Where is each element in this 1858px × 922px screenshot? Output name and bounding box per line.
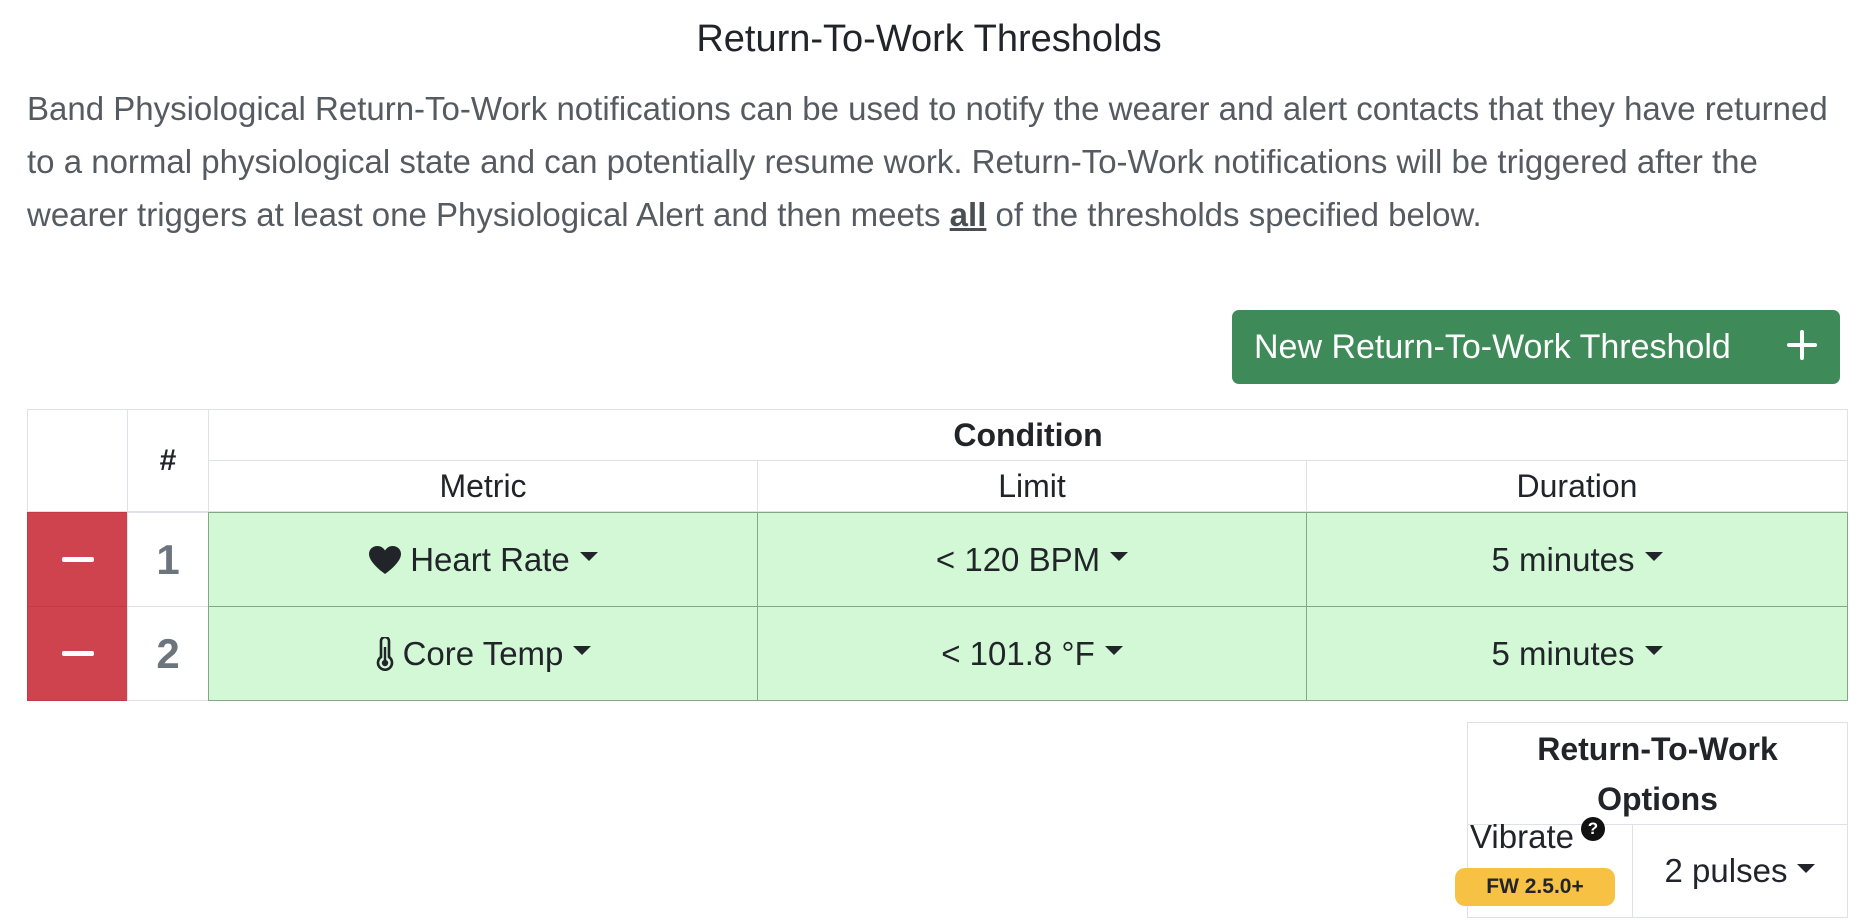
new-threshold-button[interactable]: New Return-To-Work Threshold xyxy=(1232,310,1840,384)
chevron-down-icon xyxy=(573,646,592,655)
options-title: Return-To-Work Options xyxy=(1467,722,1848,825)
vibrate-value: 2 pulses xyxy=(1664,852,1788,889)
description-emphasis: all xyxy=(949,196,987,233)
header-condition: Condition xyxy=(208,409,1848,461)
thermometer-icon xyxy=(375,636,395,671)
header-remove-column xyxy=(27,409,128,512)
page-title: Return-To-Work Thresholds xyxy=(696,18,1162,60)
minus-icon xyxy=(61,651,94,656)
remove-row-button[interactable] xyxy=(27,512,128,607)
firmware-badge: FW 2.5.0+ xyxy=(1455,868,1615,906)
vibrate-dropdown[interactable]: 2 pulses xyxy=(1632,824,1848,918)
header-metric: Metric xyxy=(208,460,758,512)
chevron-down-icon xyxy=(579,552,598,561)
limit-value: < 120 BPM xyxy=(935,540,1101,578)
limit-dropdown[interactable]: < 120 BPM xyxy=(757,512,1307,607)
header-number: # xyxy=(127,409,209,512)
chevron-down-icon xyxy=(1797,863,1816,873)
description-text-end: of the thresholds specified below. xyxy=(986,196,1482,233)
header-limit: Limit xyxy=(757,460,1307,512)
limit-value: < 101.8 °F xyxy=(941,634,1095,672)
limit-dropdown[interactable]: < 101.8 °F xyxy=(757,606,1307,701)
duration-value: 5 minutes xyxy=(1491,634,1635,672)
row-number: 2 xyxy=(127,606,209,701)
chevron-down-icon xyxy=(1104,646,1123,655)
vibrate-label: Vibrate xyxy=(1470,818,1574,855)
description-text: Band Physiological Return-To-Work notifi… xyxy=(27,90,1828,233)
duration-dropdown[interactable]: 5 minutes xyxy=(1306,512,1848,607)
help-icon[interactable]: ? xyxy=(1581,817,1605,841)
metric-dropdown[interactable]: Heart Rate xyxy=(208,512,758,607)
header-duration: Duration xyxy=(1306,460,1848,512)
chevron-down-icon xyxy=(1110,552,1129,561)
metric-value: Heart Rate xyxy=(410,540,570,578)
page-description: Band Physiological Return-To-Work notifi… xyxy=(27,82,1847,241)
options-title-text: Return-To-Work Options xyxy=(1537,730,1778,817)
chevron-down-icon xyxy=(1644,552,1663,561)
duration-value: 5 minutes xyxy=(1491,540,1635,578)
plus-icon xyxy=(1784,327,1820,363)
new-threshold-button-label: New Return-To-Work Threshold xyxy=(1254,327,1731,366)
remove-row-button[interactable] xyxy=(27,606,128,701)
duration-dropdown[interactable]: 5 minutes xyxy=(1306,606,1848,701)
minus-icon xyxy=(61,557,94,562)
metric-value: Core Temp xyxy=(402,634,564,672)
metric-dropdown[interactable]: Core Temp xyxy=(208,606,758,701)
row-number: 1 xyxy=(127,512,209,607)
heart-icon xyxy=(368,545,402,575)
chevron-down-icon xyxy=(1644,646,1663,655)
